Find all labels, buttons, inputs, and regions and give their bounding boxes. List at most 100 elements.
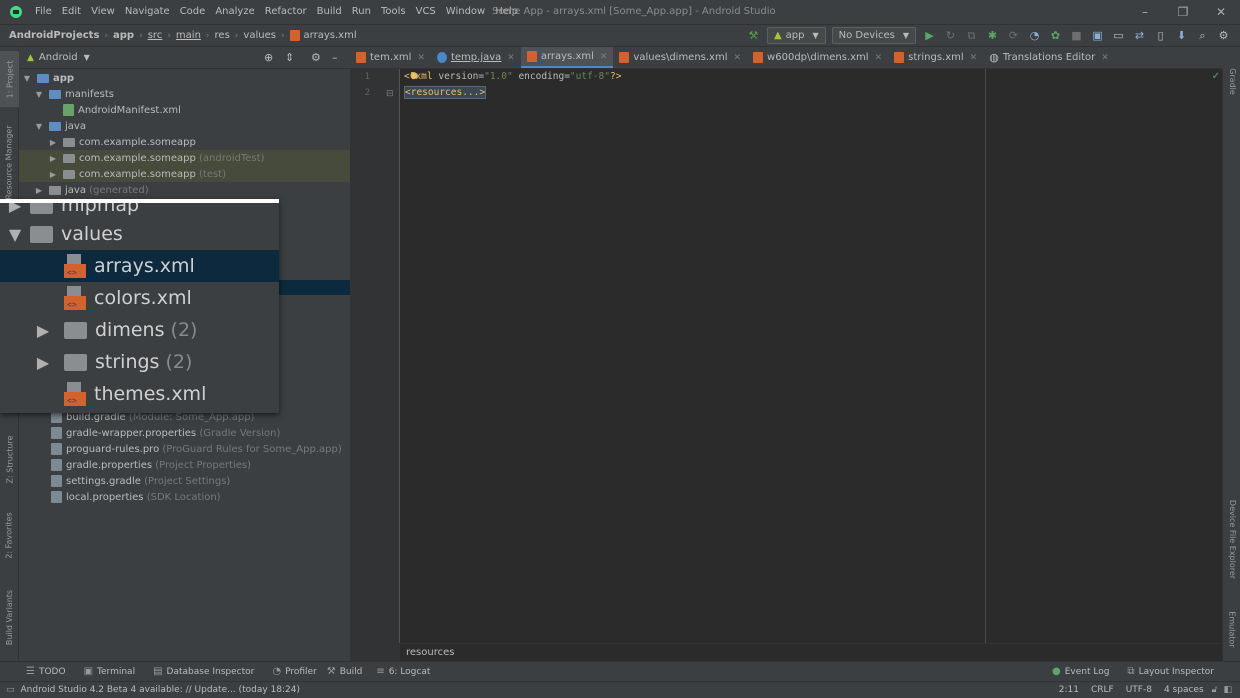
tab-resource-manager[interactable]: Resource Manager bbox=[0, 117, 19, 207]
tree-row-package[interactable]: ▶ com.example.someapp bbox=[19, 134, 350, 150]
chevron-down-icon[interactable]: ▼ bbox=[33, 90, 45, 99]
rerun-icon[interactable]: ↻ bbox=[940, 25, 961, 46]
zoom-row-dimens[interactable]: ▶ dimens (2) bbox=[0, 314, 279, 346]
tree-row-manifests[interactable]: ▼ manifests bbox=[19, 86, 350, 102]
apply-changes-icon[interactable]: ⧉ bbox=[961, 25, 982, 46]
menu-navigate[interactable]: Navigate bbox=[120, 0, 175, 24]
line-separator[interactable]: CRLF bbox=[1091, 685, 1114, 695]
locate-icon[interactable]: ⊕ bbox=[264, 51, 273, 64]
status-message[interactable]: Android Studio 4.2 Beta 4 available: // … bbox=[21, 685, 300, 695]
restore-icon[interactable]: ❐ bbox=[1164, 0, 1202, 24]
event-log-button[interactable]: ● Event Log bbox=[1052, 666, 1109, 677]
close-tab-icon[interactable]: ✕ bbox=[600, 52, 608, 62]
breadcrumb-src[interactable]: src bbox=[148, 30, 163, 41]
fold-icon[interactable]: ⊟ bbox=[386, 89, 394, 99]
chevron-right-icon[interactable]: ▶ bbox=[47, 138, 59, 147]
status-toggle-icon[interactable]: ▭ bbox=[6, 685, 15, 695]
caret-position[interactable]: 2:11 bbox=[1059, 685, 1079, 695]
menu-edit[interactable]: Edit bbox=[57, 0, 86, 24]
run-icon[interactable]: ▶ bbox=[919, 25, 940, 46]
stop-icon[interactable]: ■ bbox=[1066, 25, 1087, 46]
sync-gradle-icon[interactable]: ⇄ bbox=[1129, 25, 1150, 46]
tree-row-package-test[interactable]: ▶ com.example.someapp (test) bbox=[19, 166, 350, 182]
profiler-button[interactable]: ◔ Profiler bbox=[272, 666, 316, 677]
chevron-down-icon[interactable]: ▼ bbox=[84, 53, 90, 62]
zoom-row-themes[interactable]: <> themes.xml bbox=[0, 378, 279, 410]
run-config-select[interactable]: ▲ app ▼ bbox=[766, 27, 826, 44]
terminal-button[interactable]: ▣ Terminal bbox=[84, 666, 136, 677]
close-icon[interactable]: ✕ bbox=[1202, 0, 1240, 24]
menu-build[interactable]: Build bbox=[312, 0, 347, 24]
attach-debugger-icon[interactable]: ⟳ bbox=[1003, 25, 1024, 46]
tab-arrays-xml[interactable]: arrays.xml ✕ bbox=[520, 47, 614, 68]
collapse-all-icon[interactable]: ⇕ bbox=[285, 51, 294, 64]
breadcrumb-main[interactable]: main bbox=[176, 30, 201, 41]
tab-strings-xml[interactable]: strings.xml ✕ bbox=[888, 47, 983, 68]
tab-translations-editor[interactable]: ◍ Translations Editor ✕ bbox=[983, 47, 1115, 68]
close-tab-icon[interactable]: ✕ bbox=[970, 53, 978, 63]
tab-structure[interactable]: Z: Structure bbox=[0, 427, 19, 491]
memory-icon[interactable]: ◧ bbox=[1223, 685, 1232, 695]
menu-vcs[interactable]: VCS bbox=[411, 0, 441, 24]
breadcrumb-resources[interactable]: resources bbox=[406, 647, 454, 658]
minimize-icon[interactable]: – bbox=[1126, 0, 1164, 24]
lightbulb-icon[interactable]: ● bbox=[410, 71, 418, 81]
debug-icon[interactable]: ✱ bbox=[982, 25, 1003, 46]
logcat-button[interactable]: ≡ 6: Logcat bbox=[376, 666, 430, 677]
close-tab-icon[interactable]: ✕ bbox=[507, 53, 515, 63]
search-icon[interactable]: ⌕ bbox=[1192, 25, 1213, 46]
minimize-panel-icon[interactable]: – bbox=[332, 51, 338, 64]
tree-row-local-properties[interactable]: local.properties (SDK Location) bbox=[19, 489, 350, 505]
close-tab-icon[interactable]: ✕ bbox=[734, 53, 742, 63]
tree-row-java[interactable]: ▼ java bbox=[19, 118, 350, 134]
tab-device-file-explorer[interactable]: Device File Explorer bbox=[1223, 489, 1240, 589]
file-encoding[interactable]: UTF-8 bbox=[1126, 685, 1152, 695]
chevron-down-icon[interactable]: ▼ bbox=[0, 225, 30, 244]
zoom-row-strings[interactable]: ▶ strings (2) bbox=[0, 346, 279, 378]
menu-analyze[interactable]: Analyze bbox=[210, 0, 259, 24]
chevron-right-icon[interactable]: ▶ bbox=[33, 186, 45, 195]
view-mode-select[interactable]: Android bbox=[39, 52, 78, 63]
coverage-icon[interactable]: ✿ bbox=[1045, 25, 1066, 46]
menu-window[interactable]: Window bbox=[441, 0, 490, 24]
menu-code[interactable]: Code bbox=[175, 0, 211, 24]
tree-row-java-generated[interactable]: ▶ java (generated) bbox=[19, 182, 350, 198]
close-tab-icon[interactable]: ✕ bbox=[875, 53, 883, 63]
menu-view[interactable]: View bbox=[86, 0, 120, 24]
menu-refactor[interactable]: Refactor bbox=[260, 0, 312, 24]
tab-w600dp-dimens[interactable]: w600dp\dimens.xml ✕ bbox=[747, 47, 888, 68]
chevron-right-icon[interactable]: ▶ bbox=[28, 321, 58, 340]
lock-icon[interactable]: 🔓︎ bbox=[1212, 685, 1218, 695]
todo-button[interactable]: ☰ TODO bbox=[26, 666, 66, 677]
build-button[interactable]: ⚒ Build bbox=[327, 666, 363, 677]
profile-icon[interactable]: ◔ bbox=[1024, 25, 1045, 46]
folded-resources[interactable]: <resources...> bbox=[404, 86, 487, 99]
breadcrumb-values[interactable]: values bbox=[243, 30, 276, 41]
tree-row-gradle-properties[interactable]: gradle.properties (Project Properties) bbox=[19, 457, 350, 473]
tree-row-app[interactable]: ▼ app bbox=[19, 70, 350, 86]
inspection-ok-icon[interactable]: ✓ bbox=[1212, 71, 1220, 82]
close-tab-icon[interactable]: ✕ bbox=[417, 53, 425, 63]
layout-inspector-button[interactable]: ⧉ Layout Inspector bbox=[1127, 666, 1214, 677]
indent-setting[interactable]: 4 spaces bbox=[1164, 685, 1204, 695]
database-inspector-button[interactable]: ▤ Database Inspector bbox=[153, 666, 254, 677]
close-tab-icon[interactable]: ✕ bbox=[1101, 53, 1109, 63]
tab-emulator[interactable]: Emulator bbox=[1223, 599, 1240, 659]
tree-row-settings-gradle[interactable]: settings.gradle (Project Settings) bbox=[19, 473, 350, 489]
chevron-right-icon[interactable]: ▶ bbox=[47, 154, 59, 163]
chevron-down-icon[interactable]: ▼ bbox=[21, 74, 33, 83]
zoom-row-colors[interactable]: <> colors.xml bbox=[0, 282, 279, 314]
tree-row-manifest-file[interactable]: AndroidManifest.xml bbox=[19, 102, 350, 118]
chevron-right-icon[interactable]: ▶ bbox=[28, 353, 58, 372]
project-structure-icon[interactable]: ▣ bbox=[1087, 25, 1108, 46]
tab-values-dimens[interactable]: values\dimens.xml ✕ bbox=[613, 47, 747, 68]
tab-temp-java[interactable]: temp.java ✕ bbox=[431, 47, 521, 68]
menu-run[interactable]: Run bbox=[347, 0, 376, 24]
zoom-row-values[interactable]: ▼ values bbox=[0, 218, 279, 250]
breadcrumb-module[interactable]: app bbox=[113, 30, 134, 41]
breadcrumb-project[interactable]: AndroidProjects bbox=[9, 30, 99, 41]
zoom-row-arrays-selected[interactable]: <> arrays.xml bbox=[0, 250, 279, 282]
tree-row-proguard[interactable]: proguard-rules.pro (ProGuard Rules for S… bbox=[19, 441, 350, 457]
tab-tem-xml[interactable]: tem.xml ✕ bbox=[350, 47, 431, 68]
gear-icon[interactable]: ⚙ bbox=[311, 51, 321, 64]
